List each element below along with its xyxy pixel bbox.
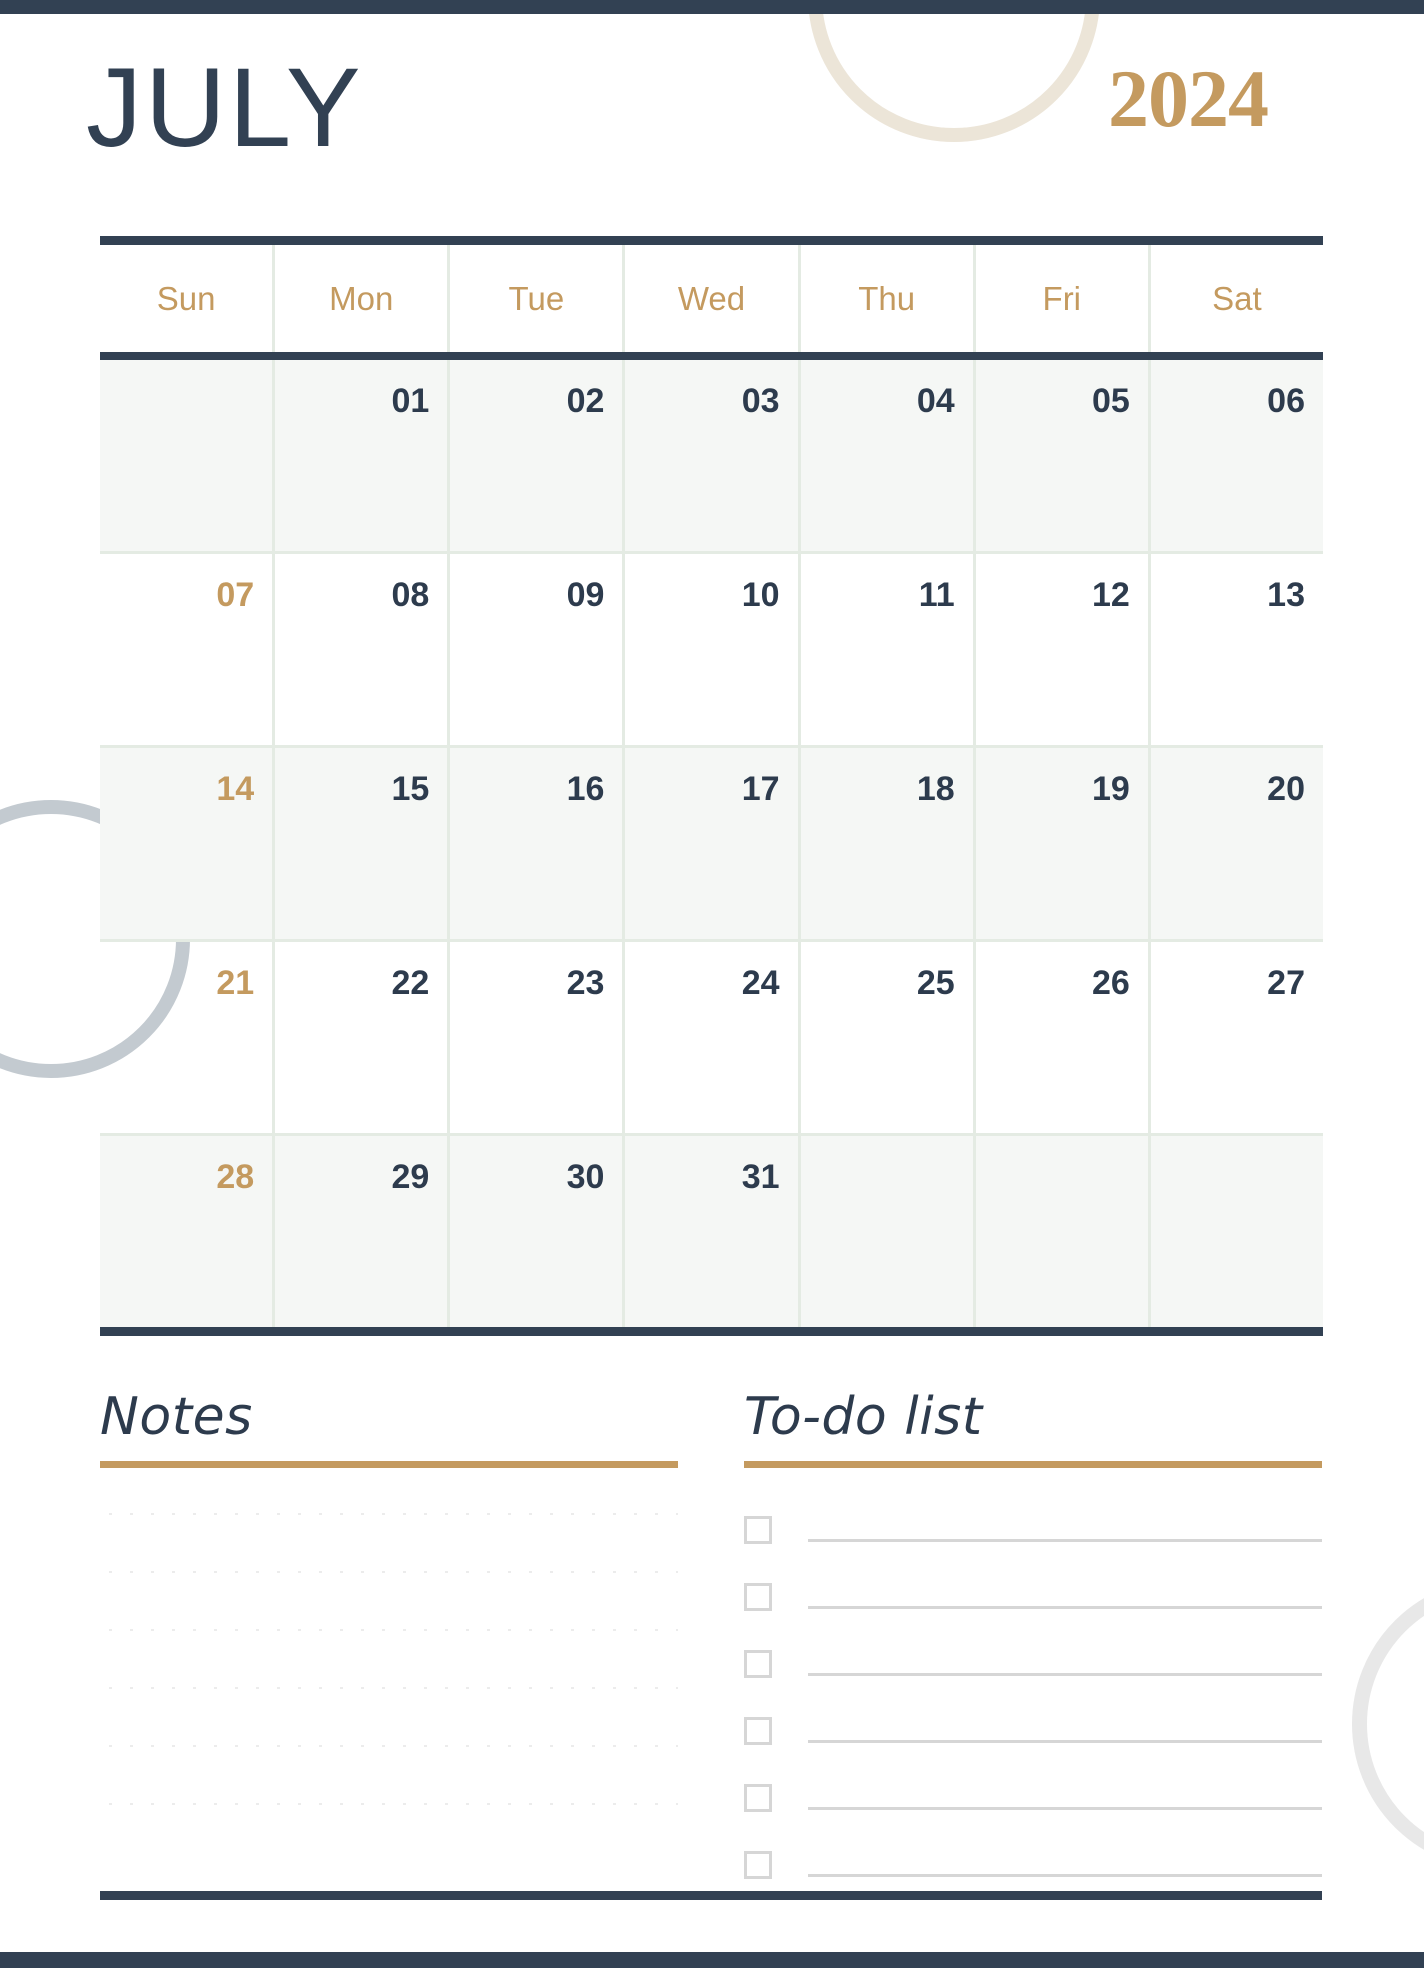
day-cell-25[interactable]: 25: [797, 942, 973, 1133]
calendar-header: JULY 2024: [0, 0, 1424, 230]
todo-write-line[interactable]: [808, 1605, 1322, 1609]
todo-item-row: [744, 1494, 1322, 1544]
weekday-header-row: Sun Mon Tue Wed Thu Fri Sat: [100, 245, 1323, 352]
day-cell-22[interactable]: 22: [272, 942, 447, 1133]
notes-dotted-line[interactable]: [100, 1625, 678, 1634]
notes-dotted-line[interactable]: [100, 1683, 678, 1692]
day-cell-03[interactable]: 03: [622, 360, 797, 551]
day-cell-15[interactable]: 15: [272, 748, 447, 939]
day-cell-02[interactable]: 02: [447, 360, 622, 551]
calendar-header-rule: [100, 352, 1323, 360]
calendar-weeks: 01 02 03 04 05 06 07 08 09 10 11 12 13 14 15 16 17 18 19 20…: [100, 360, 1323, 1327]
day-cell-empty: [100, 360, 272, 551]
day-cell-empty: [1147, 1136, 1323, 1327]
day-cell-12[interactable]: 12: [972, 554, 1148, 745]
todo-panel: To-do list: [744, 1390, 1322, 1896]
day-cell-09[interactable]: 09: [447, 554, 622, 745]
day-cell-16[interactable]: 16: [447, 748, 622, 939]
page-bottom-bar: [0, 1952, 1424, 1968]
weekday-label-thu: Thu: [797, 245, 973, 352]
todo-item-row: [744, 1561, 1322, 1611]
calendar-grid: Sun Mon Tue Wed Thu Fri Sat 01 02 03 04 05 06 07 08 09…: [100, 236, 1323, 1336]
todo-write-line[interactable]: [808, 1806, 1322, 1810]
month-title: JULY: [86, 45, 364, 170]
day-cell-20[interactable]: 20: [1147, 748, 1323, 939]
day-cell-21[interactable]: 21: [100, 942, 272, 1133]
day-cell-19[interactable]: 19: [972, 748, 1148, 939]
notes-underline: [100, 1460, 678, 1468]
notes-title: Notes: [100, 1387, 253, 1447]
year-title: 2024: [1108, 53, 1269, 144]
weekday-label-sat: Sat: [1147, 245, 1323, 352]
day-cell-24[interactable]: 24: [622, 942, 797, 1133]
calendar-week-row: 28 29 30 31: [100, 1133, 1323, 1327]
day-cell-23[interactable]: 23: [447, 942, 622, 1133]
notes-dotted-line[interactable]: [100, 1799, 678, 1808]
day-cell-14[interactable]: 14: [100, 748, 272, 939]
calendar-bottom-rule: [100, 1327, 1323, 1336]
day-cell-17[interactable]: 17: [622, 748, 797, 939]
checkbox-icon[interactable]: [744, 1716, 772, 1745]
todo-write-line[interactable]: [808, 1672, 1322, 1676]
todo-title: To-do list: [744, 1387, 983, 1447]
calendar-week-row: 14 15 16 17 18 19 20: [100, 745, 1323, 939]
checkbox-icon[interactable]: [744, 1783, 772, 1812]
todo-items-area: [744, 1494, 1322, 1879]
todo-write-line[interactable]: [808, 1873, 1322, 1877]
day-cell-04[interactable]: 04: [797, 360, 973, 551]
todo-item-row: [744, 1829, 1322, 1879]
decorative-circle-bottom-right: [1352, 1578, 1424, 1870]
todo-item-row: [744, 1628, 1322, 1678]
day-cell-01[interactable]: 01: [272, 360, 447, 551]
notes-panel: Notes: [100, 1390, 678, 1896]
weekday-label-mon: Mon: [272, 245, 447, 352]
todo-write-line[interactable]: [808, 1739, 1322, 1743]
calendar-week-row: 21 22 23 24 25 26 27: [100, 939, 1323, 1133]
day-cell-30[interactable]: 30: [447, 1136, 622, 1327]
notes-writing-area[interactable]: [100, 1509, 678, 1808]
day-cell-06[interactable]: 06: [1147, 360, 1323, 551]
checkbox-icon[interactable]: [744, 1582, 772, 1611]
todo-item-row: [744, 1762, 1322, 1812]
bottom-panels: Notes To-do list: [100, 1390, 1323, 1896]
todo-item-row: [744, 1695, 1322, 1745]
notes-dotted-line[interactable]: [100, 1741, 678, 1750]
calendar-week-row: 07 08 09 10 11 12 13: [100, 551, 1323, 745]
day-cell-08[interactable]: 08: [272, 554, 447, 745]
weekday-label-sun: Sun: [156, 279, 216, 317]
day-cell-29[interactable]: 29: [272, 1136, 447, 1327]
day-cell-13[interactable]: 13: [1147, 554, 1323, 745]
weekday-label-fri: Fri: [972, 245, 1148, 352]
day-cell-11[interactable]: 11: [797, 554, 973, 745]
day-cell-empty: [797, 1136, 973, 1327]
todo-write-line[interactable]: [808, 1538, 1322, 1542]
day-cell-10[interactable]: 10: [622, 554, 797, 745]
weekday-label-tue: Tue: [447, 245, 622, 352]
checkbox-icon[interactable]: [744, 1515, 772, 1544]
weekday-label-wed: Wed: [622, 245, 797, 352]
day-cell-27[interactable]: 27: [1147, 942, 1323, 1133]
day-cell-28[interactable]: 28: [100, 1136, 272, 1327]
day-cell-26[interactable]: 26: [972, 942, 1148, 1133]
checkbox-icon[interactable]: [744, 1850, 772, 1879]
calendar-week-row: 01 02 03 04 05 06: [100, 360, 1323, 551]
calendar-top-rule: [100, 236, 1323, 245]
day-cell-18[interactable]: 18: [797, 748, 973, 939]
todo-underline: [744, 1460, 1322, 1468]
day-cell-07[interactable]: 07: [100, 554, 272, 745]
day-cell-31[interactable]: 31: [622, 1136, 797, 1327]
notes-dotted-line[interactable]: [100, 1567, 678, 1576]
checkbox-icon[interactable]: [744, 1649, 772, 1678]
notes-dotted-line[interactable]: [100, 1509, 678, 1518]
day-cell-05[interactable]: 05: [972, 360, 1148, 551]
day-cell-empty: [972, 1136, 1148, 1327]
